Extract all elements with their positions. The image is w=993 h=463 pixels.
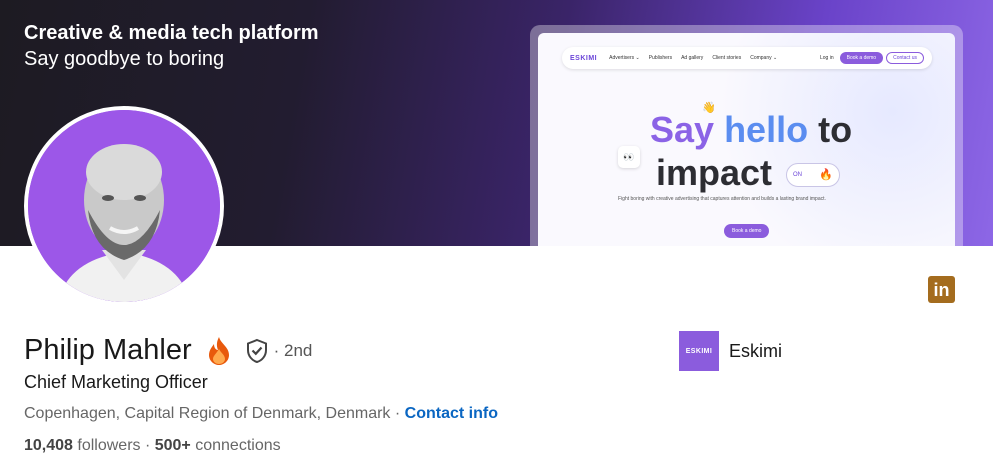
banner-subtitle: Say goodbye to boring	[24, 48, 225, 70]
current-company[interactable]: ESKIMI Eskimi	[679, 331, 782, 371]
connections-label[interactable]: connections	[191, 437, 280, 454]
mockup-nav-link: Company ⌄	[750, 55, 778, 61]
mockup-nav-link: Ad gallery	[681, 55, 704, 61]
linkedin-icon[interactable]: in	[928, 276, 955, 303]
mockup-cta-button: Book a demo	[724, 224, 770, 238]
name-row: Philip Mahler · 2nd	[24, 334, 312, 367]
mockup-nav: ESKIMI Advertisers ⌄ Publishers Ad galle…	[562, 47, 932, 69]
mockup-login: Log in	[820, 55, 834, 61]
website-mockup: ESKIMI Advertisers ⌄ Publishers Ad galle…	[538, 33, 955, 246]
verified-shield-icon[interactable]	[245, 338, 269, 364]
mockup-nav-link: Client stories	[712, 55, 742, 61]
profile-photo[interactable]	[24, 106, 224, 306]
connections-count[interactable]: 500+	[155, 437, 191, 454]
connection-degree: · 2nd	[273, 340, 313, 360]
mockup-nav-link: Advertisers ⌄	[609, 55, 640, 61]
profile-headline: Chief Marketing Officer	[24, 372, 208, 392]
mockup-tagline: Fight boring with creative advertising t…	[618, 196, 826, 202]
mockup-hero-line-1: Say hello to	[650, 109, 853, 150]
mockup-toggle-label: ON	[793, 172, 802, 178]
mockup-book-demo: Book a demo	[839, 52, 884, 64]
eyes-icon: 👀	[618, 146, 640, 168]
company-logo: ESKIMI	[679, 331, 719, 371]
separator: ·	[140, 437, 155, 454]
mockup-nav-link: Publishers	[648, 55, 673, 61]
profile-name: Philip Mahler	[24, 334, 192, 366]
fire-icon	[206, 336, 232, 366]
website-mockup-frame: ESKIMI Advertisers ⌄ Publishers Ad galle…	[530, 25, 963, 246]
mockup-hero-line-2: impact	[656, 152, 773, 193]
fire-toggle-icon: 🔥	[819, 169, 833, 181]
location-row: Copenhagen, Capital Region of Denmark, D…	[24, 405, 498, 423]
separator: ·	[390, 405, 405, 422]
contact-info-link[interactable]: Contact info	[405, 405, 498, 422]
avatar-portrait	[28, 110, 220, 302]
mockup-toggle: ON 🔥	[786, 163, 840, 187]
mockup-contact-us: Contact us	[886, 52, 924, 64]
mockup-logo: ESKIMI	[570, 54, 598, 62]
stats-row: 10,408 followers · 500+ connections	[24, 437, 281, 455]
profile-location: Copenhagen, Capital Region of Denmark, D…	[24, 405, 391, 422]
company-name: Eskimi	[729, 340, 782, 361]
followers-label: followers	[72, 437, 141, 454]
followers-count: 10,408	[24, 437, 73, 454]
banner-title: Creative & media tech platform	[24, 22, 319, 44]
